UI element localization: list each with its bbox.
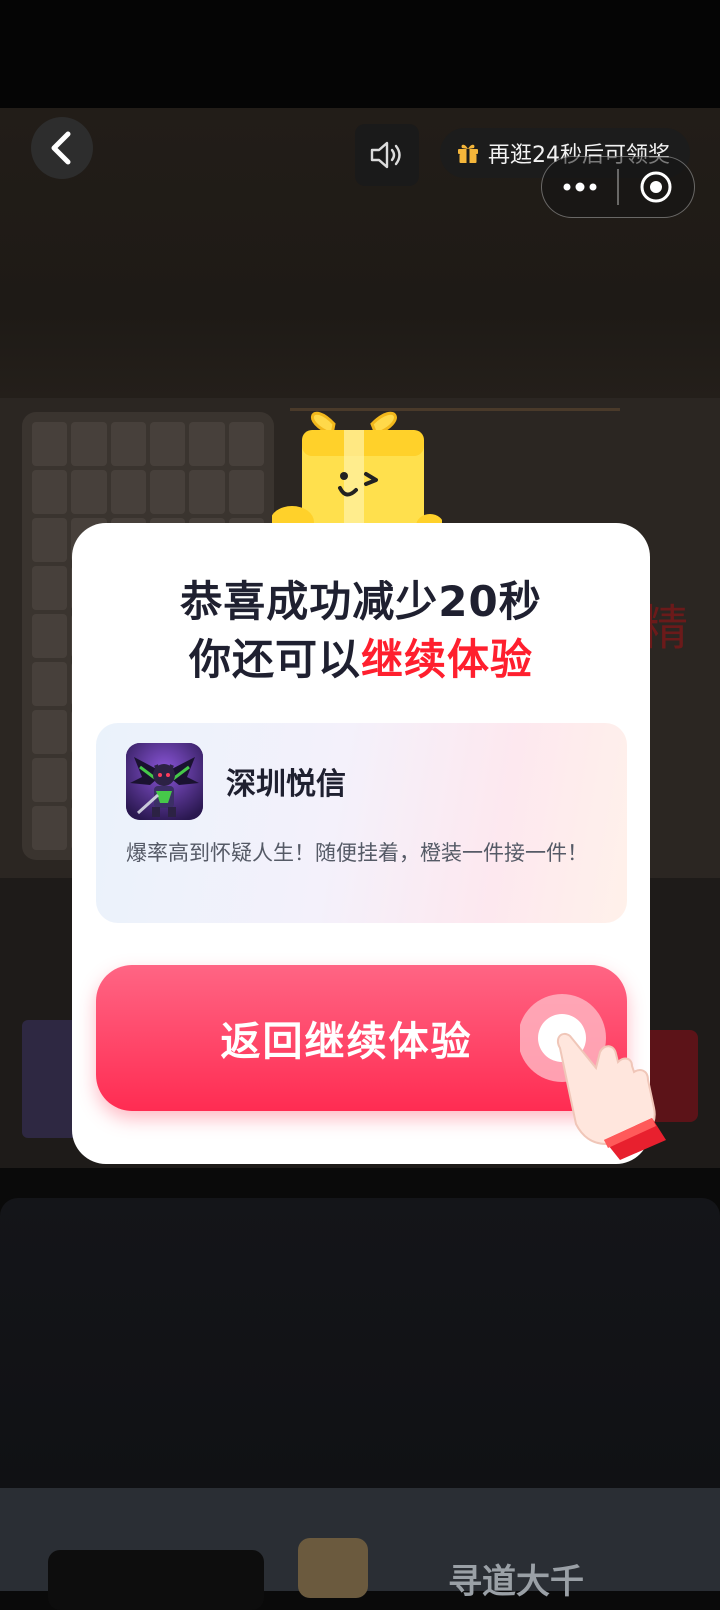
app-icon [126,743,203,820]
app-info-card[interactable]: 深圳悦信 爆率高到怀疑人生！随便挂着，橙装一件接一件！ [96,723,627,923]
speaker-icon [370,141,401,169]
more-dots-icon [563,182,597,192]
target-circle-icon [640,171,672,203]
back-button[interactable] [31,117,93,179]
chevron-left-icon [51,131,71,165]
return-continue-label: 返回继续体验 [220,1019,473,1065]
gift-icon [458,144,478,163]
background-lower-section [0,1198,720,1488]
app-name: 深圳悦信 [226,767,346,802]
background-bottom-app-icon [298,1538,368,1598]
close-mini-program-button[interactable] [619,157,694,217]
background-bottom-title: 寻道大千 [448,1562,584,1602]
mini-program-capsule [541,156,695,218]
more-button[interactable] [542,157,617,217]
app-description: 爆率高到怀疑人生！随便挂着，橙装一件接一件！ [126,841,588,865]
tap-hand-icon [520,994,666,1160]
modal-title-line2: 你还可以继续体验 [72,626,650,687]
status-area [0,0,720,108]
modal-title-highlight: 继续体验 [361,635,534,684]
background-bottom-card [48,1550,264,1610]
modal-title-line1: 恭喜成功减少20秒 [180,577,542,626]
modal-title-prefix: 你还可以 [188,635,361,684]
sound-toggle-button[interactable] [355,124,419,186]
